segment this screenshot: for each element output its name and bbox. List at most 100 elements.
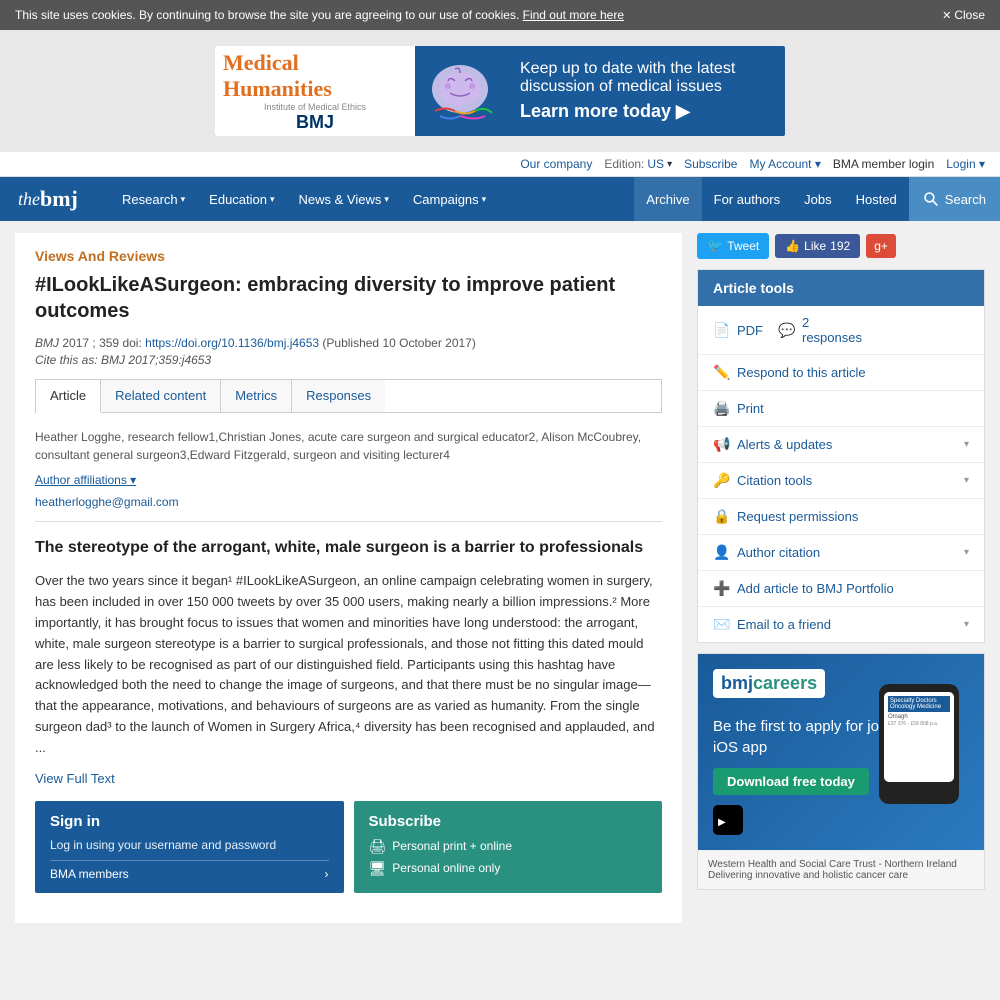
main-nav: thebmj Research▾ Education▾ News & Views…	[0, 177, 1000, 221]
svg-text:▶: ▶	[718, 817, 726, 828]
nav-items: Research▾ Education▾ News & Views▾ Campa…	[110, 177, 909, 221]
ad-logo: Medical Humanities Institute of Medical …	[215, 46, 415, 136]
responses-link[interactable]: 💬 2 responses	[778, 315, 862, 345]
nav-education[interactable]: Education▾	[197, 177, 286, 221]
portfolio-link[interactable]: ➕ Add article to BMJ Portfolio	[698, 571, 984, 607]
careers-ad-body: Western Health and Social Care Trust - N…	[698, 850, 984, 889]
author-email[interactable]: heatherlogghe@gmail.com	[35, 495, 662, 509]
bma-login-link[interactable]: BMA member login	[833, 157, 934, 171]
subscribe-link[interactable]: Subscribe	[684, 157, 737, 171]
google-plus-button[interactable]: g+	[866, 234, 896, 258]
tab-metrics[interactable]: Metrics	[221, 380, 292, 412]
sign-in-title: Sign in	[50, 813, 329, 830]
tab-responses[interactable]: Responses	[292, 380, 385, 412]
nav-jobs[interactable]: Jobs	[792, 177, 843, 221]
sign-in-desc: Log in using your username and password	[50, 838, 329, 852]
article-cite: Cite this as: BMJ 2017;359:j4653	[35, 353, 662, 367]
ad-cta[interactable]: Learn more today	[520, 101, 770, 122]
pdf-link[interactable]: 📄 PDF	[713, 322, 763, 339]
bma-members-link[interactable]: BMA members ›	[50, 860, 329, 881]
facebook-icon: 👍	[785, 239, 800, 253]
my-account-link[interactable]: My Account ▾	[749, 157, 820, 171]
print-icon: 🖨️	[713, 400, 729, 417]
ad-brain-graphic	[420, 51, 500, 131]
article-tabs: Article Related content Metrics Response…	[35, 379, 662, 413]
ad-text: Keep up to date with the latest discussi…	[505, 50, 785, 132]
like-count: 192	[830, 239, 850, 253]
page-wrapper: Views And Reviews #ILookLikeASurgeon: em…	[0, 221, 1000, 935]
responses-icon: 💬	[778, 322, 794, 339]
author-citation-link[interactable]: 👤 Author citation ▾	[698, 535, 984, 571]
ad-brand: Medical Humanities	[223, 50, 407, 102]
sign-in-box: Sign in Log in using your username and p…	[35, 801, 344, 893]
alerts-arrow: ▾	[964, 439, 969, 450]
article-section-label: Views And Reviews	[35, 248, 662, 264]
authors: Heather Logghe, research fellow1,Christi…	[35, 428, 662, 464]
my-account-arrow: ▾	[815, 157, 821, 171]
article-meta: BMJ 2017 ; 359 doi: https://doi.org/10.1…	[35, 336, 662, 350]
twitter-icon: 🐦	[707, 238, 723, 254]
permissions-icon: 🔒	[713, 508, 729, 525]
citation-icon: 🔑	[713, 472, 729, 489]
tweet-button[interactable]: 🐦 Tweet	[697, 233, 769, 259]
citation-arrow: ▾	[964, 475, 969, 486]
main-content: Views And Reviews #ILookLikeASurgeon: em…	[15, 233, 682, 923]
article-divider	[35, 521, 662, 522]
nav-archive[interactable]: Archive	[634, 177, 701, 221]
ad-bmj: BMJ	[296, 112, 334, 133]
our-company-link[interactable]: Our company	[520, 157, 592, 171]
email-friend-link[interactable]: ✉️ Email to a friend ▾	[698, 607, 984, 642]
email-arrow: ▾	[964, 619, 969, 630]
article-tools-panel: Article tools 📄 PDF 💬 2 responses ✏️ Res…	[697, 269, 985, 643]
article-subtitle: The stereotype of the arrogant, white, m…	[35, 537, 662, 559]
site-logo[interactable]: thebmj	[0, 177, 110, 221]
utility-bar: Our company Edition: US ▾ Subscribe My A…	[0, 152, 1000, 177]
subscribe-box: Subscribe 🖨 Personal print + online 🖥 Pe…	[354, 801, 663, 893]
author-affiliations-toggle[interactable]: Author affiliations ▾	[35, 473, 136, 487]
tools-header: Article tools	[698, 270, 984, 306]
careers-ad[interactable]: bmjcareers Be the first to apply for job…	[697, 653, 985, 890]
view-full-text-link[interactable]: View Full Text	[35, 771, 662, 786]
phone-mockup: Specialty Doctors Oncology Medicine Omag…	[879, 684, 959, 804]
careers-ad-inner: bmjcareers Be the first to apply for job…	[698, 654, 984, 850]
cookie-link[interactable]: Find out more here	[523, 8, 624, 22]
nav-for-authors[interactable]: For authors	[702, 177, 792, 221]
subscribe-option-1: Personal print + online	[392, 839, 512, 853]
pdf-icon: 📄	[713, 322, 729, 339]
alerts-link[interactable]: 📢 Alerts & updates ▾	[698, 427, 984, 463]
cookie-close-button[interactable]: Close	[942, 8, 985, 22]
author-icon: 👤	[713, 544, 729, 561]
social-buttons: 🐦 Tweet 👍 Like 192 g+	[697, 233, 985, 259]
content-layout: Views And Reviews #ILookLikeASurgeon: em…	[15, 233, 985, 923]
print-link[interactable]: 🖨️ Print	[698, 391, 984, 427]
cookie-bar: This site uses cookies. By continuing to…	[0, 0, 1000, 30]
article-title: #ILookLikeASurgeon: embracing diversity …	[35, 272, 662, 324]
article-body: Over the two years since it began¹ #ILoo…	[35, 571, 662, 758]
app-store-badge[interactable]: ▶	[713, 805, 743, 835]
email-icon: ✉️	[713, 616, 729, 633]
nav-hosted[interactable]: Hosted	[844, 177, 909, 221]
cookie-text: This site uses cookies. By continuing to…	[15, 8, 624, 22]
ad-banner[interactable]: Medical Humanities Institute of Medical …	[215, 46, 785, 136]
search-button[interactable]: Search	[909, 177, 1000, 221]
tab-related-content[interactable]: Related content	[101, 380, 221, 412]
tab-article[interactable]: Article	[36, 380, 101, 413]
nav-news-views[interactable]: News & Views▾	[287, 177, 401, 221]
author-citation-arrow: ▾	[964, 547, 969, 558]
ad-institute: Institute of Medical Ethics	[264, 102, 366, 112]
login-link[interactable]: Login ▾	[946, 157, 985, 171]
respond-article-link[interactable]: ✏️ Respond to this article	[698, 355, 984, 391]
facebook-like-button[interactable]: 👍 Like 192	[775, 234, 860, 258]
careers-cta-button[interactable]: Download free today	[713, 768, 869, 795]
edition-dropdown-arrow: ▾	[667, 159, 672, 170]
edition-selector[interactable]: Edition: US ▾	[604, 157, 672, 171]
sidebar: 🐦 Tweet 👍 Like 192 g+ Article tools	[697, 233, 985, 923]
nav-research[interactable]: Research▾	[110, 177, 197, 221]
careers-logo: bmjcareers	[713, 669, 825, 698]
nav-campaigns[interactable]: Campaigns▾	[401, 177, 498, 221]
permissions-link[interactable]: 🔒 Request permissions	[698, 499, 984, 535]
citation-tools-link[interactable]: 🔑 Citation tools ▾	[698, 463, 984, 499]
doi-link[interactable]: https://doi.org/10.1136/bmj.j4653	[145, 336, 319, 350]
alerts-icon: 📢	[713, 436, 729, 453]
subscribe-option-2: Personal online only	[392, 861, 500, 875]
